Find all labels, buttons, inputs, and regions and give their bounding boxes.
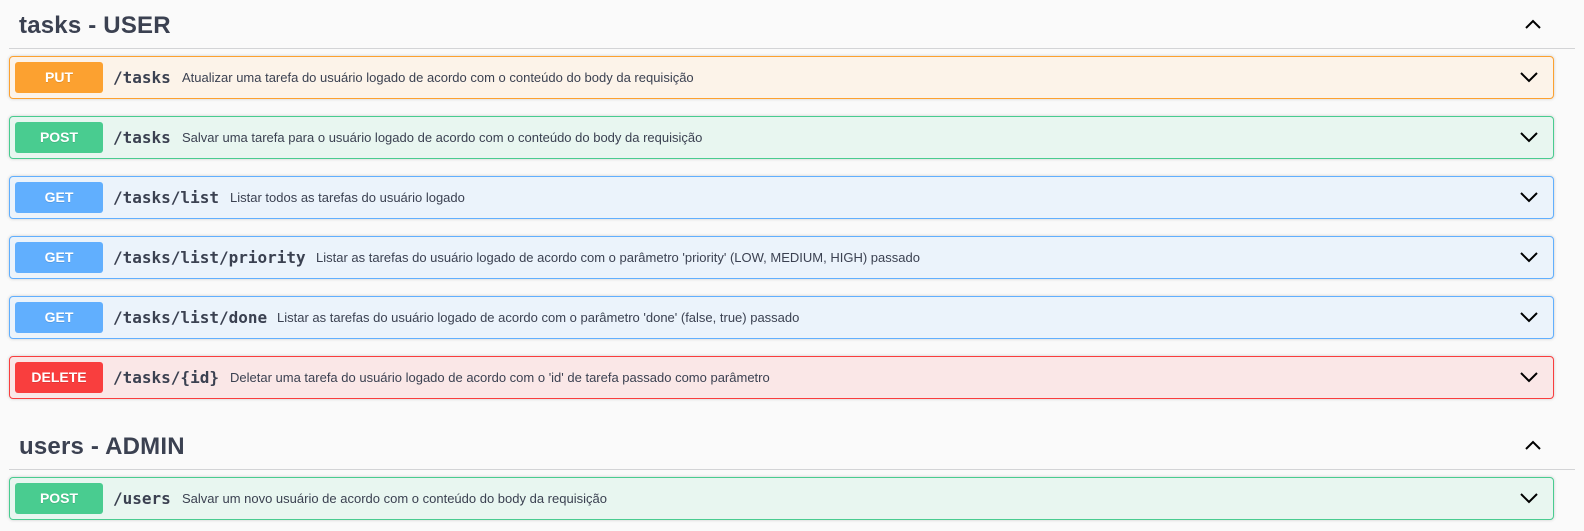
method-badge: GET [15, 302, 103, 333]
method-badge: GET [15, 182, 103, 213]
operation-get-tasks-list-done[interactable]: GET /tasks/list/done Listar as tarefas d… [9, 296, 1554, 339]
operation-path: /tasks/list/done [113, 308, 268, 327]
method-badge: GET [15, 242, 103, 273]
chevron-down-icon[interactable] [1517, 125, 1541, 149]
operation-description: Deletar uma tarefa do usuário logado de … [230, 370, 770, 385]
operation-description: Salvar um novo usuário de acordo com o c… [182, 491, 607, 506]
operation-description: Listar todos as tarefas do usuário logad… [230, 190, 465, 205]
operation-put-tasks[interactable]: PUT /tasks Atualizar uma tarefa do usuár… [9, 56, 1554, 99]
method-badge: POST [15, 483, 103, 514]
operation-get-tasks-list[interactable]: GET /tasks/list Listar todos as tarefas … [9, 176, 1554, 219]
chevron-down-icon[interactable] [1517, 65, 1541, 89]
operation-get-tasks-list-priority[interactable]: GET /tasks/list/priority Listar as taref… [9, 236, 1554, 279]
section-header-tasks[interactable]: tasks - USER [9, 9, 1575, 49]
operation-delete-tasks-id[interactable]: DELETE /tasks/{id} Deletar uma tarefa do… [9, 356, 1554, 399]
operation-path: /tasks [113, 128, 171, 147]
operation-path: /tasks/list [113, 188, 219, 207]
chevron-down-icon[interactable] [1517, 365, 1541, 389]
method-badge: POST [15, 122, 103, 153]
operation-post-users[interactable]: POST /users Salvar um novo usuário de ac… [9, 477, 1554, 520]
operation-description: Listar as tarefas do usuário logado de a… [316, 250, 920, 265]
chevron-up-icon[interactable] [1521, 13, 1545, 37]
operation-description: Salvar uma tarefa para o usuário logado … [182, 130, 703, 145]
operation-description: Listar as tarefas do usuário logado de a… [277, 310, 800, 325]
section-title: tasks - USER [19, 12, 171, 39]
operation-path: /tasks/{id} [113, 368, 219, 387]
operation-post-tasks[interactable]: POST /tasks Salvar uma tarefa para o usu… [9, 116, 1554, 159]
operation-path: /tasks [113, 68, 171, 87]
operation-description: Atualizar uma tarefa do usuário logado d… [182, 70, 694, 85]
method-badge: PUT [15, 62, 103, 93]
operation-path: /tasks/list/priority [113, 248, 306, 267]
section-title: users - ADMIN [19, 433, 185, 460]
chevron-down-icon[interactable] [1517, 486, 1541, 510]
chevron-down-icon[interactable] [1517, 245, 1541, 269]
chevron-down-icon[interactable] [1517, 305, 1541, 329]
operation-path: /users [113, 489, 171, 508]
section-header-users[interactable]: users - ADMIN [9, 430, 1575, 470]
method-badge: DELETE [15, 362, 103, 393]
chevron-up-icon[interactable] [1521, 434, 1545, 458]
chevron-down-icon[interactable] [1517, 185, 1541, 209]
